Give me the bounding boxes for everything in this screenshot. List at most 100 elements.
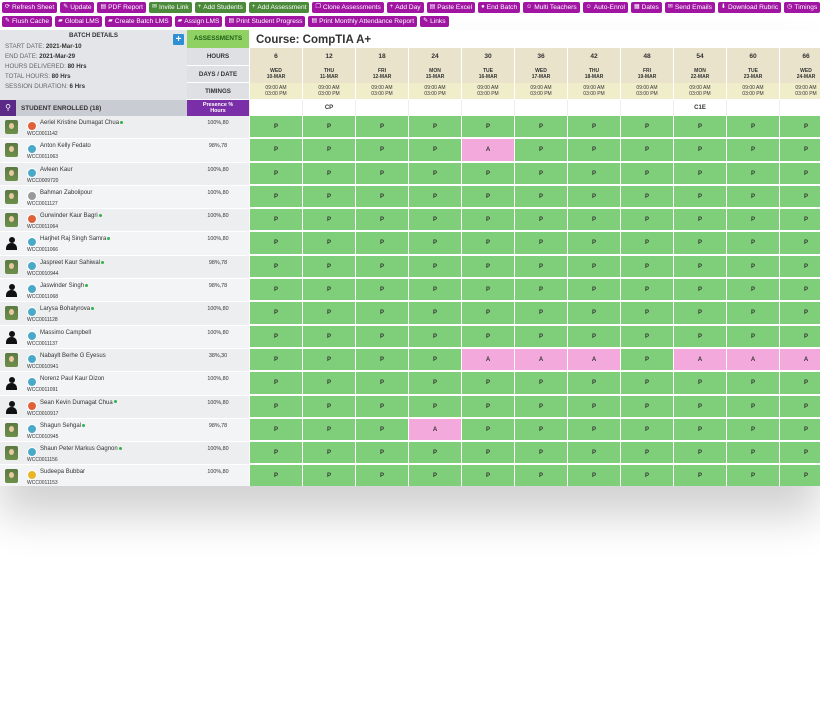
student-name-cell[interactable]: Jaswinder Singh WCC0011068	[0, 279, 187, 302]
attendance-cell[interactable]: P	[302, 302, 355, 326]
attendance-cell[interactable]: P	[249, 395, 302, 419]
attendance-cell[interactable]: P	[514, 302, 567, 326]
attendance-cell[interactable]: P	[673, 139, 726, 163]
attendance-cell[interactable]: P	[355, 302, 408, 326]
attendance-cell[interactable]: P	[461, 302, 514, 326]
attendance-cell[interactable]: P	[355, 116, 408, 140]
attendance-cell[interactable]: P	[567, 255, 620, 280]
attendance-cell[interactable]: P	[726, 325, 779, 349]
attendance-cell[interactable]: P	[461, 279, 514, 303]
attendance-cell[interactable]: P	[249, 116, 302, 140]
attendance-cell[interactable]: P	[355, 418, 408, 443]
attendance-cell[interactable]: P	[779, 162, 820, 186]
attendance-cell[interactable]: P	[514, 209, 567, 233]
attendance-cell[interactable]: P	[620, 185, 673, 210]
attendance-cell[interactable]: P	[355, 348, 408, 373]
attendance-cell[interactable]: P	[302, 442, 355, 466]
attendance-cell[interactable]: P	[355, 139, 408, 163]
attendance-cell[interactable]: P	[779, 279, 820, 303]
attendance-cell[interactable]: P	[408, 139, 461, 163]
attendance-cell[interactable]: P	[355, 442, 408, 466]
student-name[interactable]: Anton Kelly Fedato	[40, 143, 91, 149]
attendance-cell[interactable]: A	[461, 348, 514, 373]
attendance-cell[interactable]: P	[302, 232, 355, 256]
attendance-cell[interactable]: P	[620, 465, 673, 486]
attendance-cell[interactable]: P	[673, 442, 726, 466]
student-name-cell[interactable]: Harjhet Raj Singh Samra WCC0011066	[0, 232, 187, 255]
attendance-cell[interactable]: P	[514, 279, 567, 303]
attendance-cell[interactable]: P	[408, 116, 461, 140]
attendance-cell[interactable]: P	[408, 372, 461, 396]
add-icon[interactable]: +	[173, 34, 184, 45]
assessment-cell[interactable]	[355, 100, 408, 116]
attendance-cell[interactable]: P	[567, 162, 620, 186]
attendance-cell[interactable]: P	[726, 442, 779, 466]
attendance-cell[interactable]: P	[302, 395, 355, 419]
attendance-cell[interactable]: P	[249, 465, 302, 486]
attendance-cell[interactable]: P	[302, 209, 355, 233]
attendance-cell[interactable]: P	[726, 185, 779, 210]
assessment-cell[interactable]	[567, 100, 620, 116]
assessment-cell[interactable]	[249, 100, 302, 116]
attendance-cell[interactable]: P	[355, 372, 408, 396]
student-name[interactable]: Jaswinder Singh	[40, 283, 89, 289]
attendance-cell[interactable]: P	[567, 325, 620, 349]
attendance-cell[interactable]: P	[514, 395, 567, 419]
student-name[interactable]: Avleen Kaur	[40, 167, 73, 173]
attendance-cell[interactable]: P	[620, 395, 673, 419]
create-batch-lms-button[interactable]: ▰ Create Batch LMS	[105, 16, 172, 27]
attendance-cell[interactable]: P	[408, 325, 461, 349]
attendance-cell[interactable]: P	[302, 162, 355, 186]
attendance-cell[interactable]: P	[355, 232, 408, 256]
attendance-cell[interactable]: P	[461, 116, 514, 140]
student-name-cell[interactable]: Massimo Campbell WCC0011137	[0, 325, 187, 348]
assign-lms-button[interactable]: ▰ Assign LMS	[174, 16, 223, 27]
attendance-cell[interactable]: P	[408, 162, 461, 186]
attendance-cell[interactable]: P	[620, 139, 673, 163]
attendance-cell[interactable]: P	[673, 395, 726, 419]
end-batch-button[interactable]: ● End Batch	[478, 2, 521, 13]
student-name[interactable]: Harjhet Raj Singh Samra	[40, 236, 111, 242]
attendance-cell[interactable]: P	[249, 255, 302, 280]
attendance-cell[interactable]: P	[620, 255, 673, 280]
attendance-cell[interactable]: P	[567, 442, 620, 466]
attendance-cell[interactable]: P	[249, 418, 302, 443]
student-name[interactable]: Aeriel Kristine Dumagat Chua	[40, 120, 124, 126]
attendance-cell[interactable]: P	[567, 465, 620, 486]
attendance-cell[interactable]: P	[302, 139, 355, 163]
attendance-cell[interactable]: P	[514, 162, 567, 186]
attendance-cell[interactable]: P	[249, 162, 302, 186]
attendance-cell[interactable]: P	[514, 325, 567, 349]
student-name-cell[interactable]: Jaspreet Kaur Sahiwal WCC0010944	[0, 255, 187, 279]
attendance-cell[interactable]: P	[779, 116, 820, 140]
student-name[interactable]: Shagun Sehgal	[40, 423, 86, 429]
attendance-cell[interactable]: P	[461, 185, 514, 210]
attendance-cell[interactable]: A	[461, 139, 514, 163]
attendance-cell[interactable]: P	[620, 442, 673, 466]
attendance-cell[interactable]: P	[620, 116, 673, 140]
attendance-cell[interactable]: P	[726, 372, 779, 396]
attendance-cell[interactable]: P	[514, 418, 567, 443]
attendance-cell[interactable]: P	[567, 116, 620, 140]
attendance-cell[interactable]: P	[779, 209, 820, 233]
attendance-cell[interactable]: P	[726, 302, 779, 326]
print-monthly-attendance-report-button[interactable]: ▤ Print Monthly Attendance Report	[308, 16, 418, 27]
attendance-cell[interactable]: P	[779, 395, 820, 419]
add-day-button[interactable]: + Add Day	[386, 2, 424, 13]
clone-assessments-button[interactable]: ❐ Clone Assessments	[312, 2, 384, 13]
attendance-cell[interactable]: P	[567, 395, 620, 419]
attendance-cell[interactable]: P	[726, 395, 779, 419]
attendance-cell[interactable]: P	[567, 279, 620, 303]
attendance-cell[interactable]: P	[249, 232, 302, 256]
attendance-cell[interactable]: P	[355, 465, 408, 486]
student-name[interactable]: Bahman Zabolipour	[40, 190, 92, 196]
multi-teachers-button[interactable]: ☺ Multi Teachers	[523, 2, 580, 13]
tab-assessments[interactable]: ASSESSMENTS	[187, 30, 249, 48]
attendance-cell[interactable]: A	[726, 348, 779, 373]
student-name-cell[interactable]: Norenz Paul Kaur Dizon WCC0011091	[0, 372, 187, 395]
attendance-cell[interactable]: A	[514, 348, 567, 373]
attendance-cell[interactable]: P	[779, 465, 820, 486]
attendance-cell[interactable]: P	[408, 185, 461, 210]
attendance-cell[interactable]: P	[355, 209, 408, 233]
attendance-cell[interactable]: P	[514, 372, 567, 396]
